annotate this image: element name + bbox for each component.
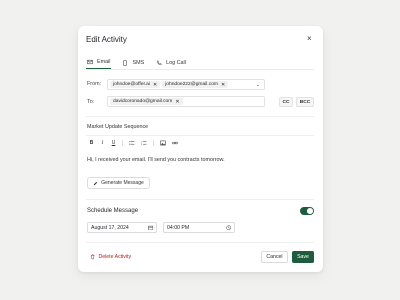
tab-log-call[interactable]: Log Call <box>155 56 187 69</box>
remove-chip-icon[interactable]: ✕ <box>153 82 157 88</box>
to-chip: davidcoronado@gmail.com ✕ <box>110 97 183 106</box>
schedule-toggle[interactable] <box>300 207 314 215</box>
toggle-knob <box>307 208 313 214</box>
generate-message-button[interactable]: Generate Message <box>87 177 150 189</box>
tab-bar: Email SMS Log Call <box>86 56 314 70</box>
save-button[interactable]: Save <box>292 251 314 263</box>
italic-button[interactable]: I <box>100 141 105 146</box>
trash-icon <box>91 254 95 260</box>
generate-message-label: Generate Message <box>101 180 144 186</box>
subject-text[interactable]: Market Update Sequence <box>87 124 148 130</box>
tab-email-label: Email <box>97 59 111 65</box>
time-value: 04:00 PM <box>167 224 190 231</box>
dialog-title: Edit Activity <box>86 35 127 44</box>
tab-log-call-label: Log Call <box>166 59 186 66</box>
tab-sms[interactable]: SMS <box>121 56 145 69</box>
delete-activity-label: Delete Activity <box>98 254 132 260</box>
to-label: To: <box>87 99 95 105</box>
cc-button[interactable]: CC <box>279 97 293 107</box>
mail-icon <box>87 59 93 65</box>
call-icon <box>157 60 162 65</box>
numbered-list-icon[interactable]: 1 2 <box>141 140 147 146</box>
time-input[interactable]: 04:00 PM <box>163 222 235 233</box>
bcc-button[interactable]: BCC <box>296 97 314 107</box>
date-input[interactable]: August 17, 2024 <box>87 222 157 233</box>
to-input[interactable]: davidcoronado@gmail.com ✕ <box>107 96 265 107</box>
to-chip-text: davidcoronado@gmail.com <box>113 99 173 104</box>
clock-icon <box>225 225 231 230</box>
bulleted-list-icon[interactable] <box>129 140 135 146</box>
tab-email[interactable]: Email <box>86 56 112 69</box>
divider <box>86 116 314 117</box>
svg-text:2: 2 <box>141 144 143 146</box>
divider <box>86 135 314 136</box>
from-chip: johndoe222@gmail.com ✕ <box>162 80 229 89</box>
divider <box>86 199 314 200</box>
bold-button[interactable]: B <box>89 140 94 146</box>
from-label: From: <box>87 81 102 87</box>
svg-text:1: 1 <box>141 141 143 143</box>
from-chip: johndoe@offer.ai ✕ <box>110 80 161 89</box>
tab-sms-label: SMS <box>132 59 145 66</box>
calendar-icon <box>147 225 153 230</box>
message-body[interactable]: Hi, I received your email. I'll send you… <box>87 157 225 163</box>
schedule-label: Schedule Message <box>87 208 139 214</box>
toolbar-separator <box>153 140 154 146</box>
link-icon[interactable] <box>172 140 178 146</box>
from-chip-text: johndoe222@gmail.com <box>165 82 218 87</box>
chevron-down-icon[interactable]: ⌄ <box>254 82 262 88</box>
cancel-button[interactable]: Cancel <box>261 251 288 263</box>
from-chip-text: johndoe@offer.ai <box>113 82 150 87</box>
delete-activity-button[interactable]: Delete Activity <box>90 254 131 260</box>
underline-button[interactable]: U <box>111 140 116 146</box>
date-value: August 17, 2024 <box>91 224 129 231</box>
remove-chip-icon[interactable]: ✕ <box>221 82 225 88</box>
from-select[interactable]: johndoe@offer.ai ✕ johndoe222@gmail.com … <box>107 79 265 90</box>
image-icon[interactable] <box>160 140 166 146</box>
remove-chip-icon[interactable]: ✕ <box>175 99 179 105</box>
divider <box>86 242 314 243</box>
close-icon[interactable]: × <box>307 34 312 43</box>
phone-icon <box>123 59 128 66</box>
toolbar-separator <box>122 140 123 146</box>
format-toolbar: B I U 1 2 <box>89 140 178 146</box>
pencil-icon <box>93 181 98 185</box>
